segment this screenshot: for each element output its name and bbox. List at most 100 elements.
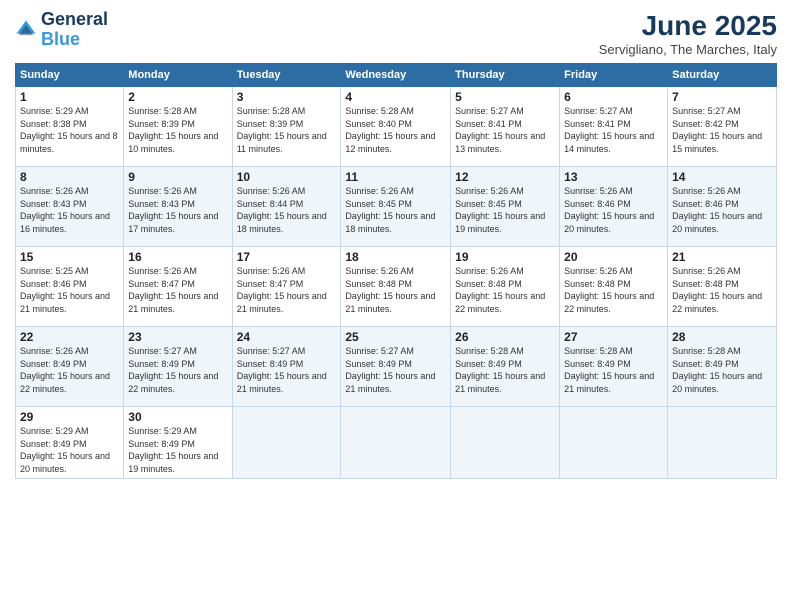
table-row: 24 Sunrise: 5:27 AM Sunset: 8:49 PM Dayl… xyxy=(232,327,341,407)
table-row: 14 Sunrise: 5:26 AM Sunset: 8:46 PM Dayl… xyxy=(668,167,777,247)
day-number: 13 xyxy=(564,170,663,184)
day-number: 7 xyxy=(672,90,772,104)
day-info: Sunrise: 5:27 AM Sunset: 8:49 PM Dayligh… xyxy=(128,345,227,395)
table-row: 7 Sunrise: 5:27 AM Sunset: 8:42 PM Dayli… xyxy=(668,87,777,167)
day-info: Sunrise: 5:26 AM Sunset: 8:45 PM Dayligh… xyxy=(345,185,446,235)
day-number: 10 xyxy=(237,170,337,184)
day-number: 11 xyxy=(345,170,446,184)
day-info: Sunrise: 5:28 AM Sunset: 8:49 PM Dayligh… xyxy=(564,345,663,395)
table-row: 21 Sunrise: 5:26 AM Sunset: 8:48 PM Dayl… xyxy=(668,247,777,327)
day-info: Sunrise: 5:26 AM Sunset: 8:49 PM Dayligh… xyxy=(20,345,119,395)
day-number: 25 xyxy=(345,330,446,344)
day-number: 1 xyxy=(20,90,119,104)
day-number: 17 xyxy=(237,250,337,264)
day-info: Sunrise: 5:27 AM Sunset: 8:41 PM Dayligh… xyxy=(564,105,663,155)
table-row: 2 Sunrise: 5:28 AM Sunset: 8:39 PM Dayli… xyxy=(124,87,232,167)
day-info: Sunrise: 5:29 AM Sunset: 8:49 PM Dayligh… xyxy=(128,425,227,475)
day-number: 4 xyxy=(345,90,446,104)
table-row: 13 Sunrise: 5:26 AM Sunset: 8:46 PM Dayl… xyxy=(560,167,668,247)
day-info: Sunrise: 5:29 AM Sunset: 8:38 PM Dayligh… xyxy=(20,105,119,155)
table-row xyxy=(232,407,341,479)
day-number: 8 xyxy=(20,170,119,184)
table-row: 15 Sunrise: 5:25 AM Sunset: 8:46 PM Dayl… xyxy=(16,247,124,327)
table-row: 1 Sunrise: 5:29 AM Sunset: 8:38 PM Dayli… xyxy=(16,87,124,167)
logo-icon xyxy=(15,19,37,41)
day-info: Sunrise: 5:26 AM Sunset: 8:48 PM Dayligh… xyxy=(564,265,663,315)
day-info: Sunrise: 5:26 AM Sunset: 8:48 PM Dayligh… xyxy=(455,265,555,315)
day-info: Sunrise: 5:26 AM Sunset: 8:43 PM Dayligh… xyxy=(128,185,227,235)
col-thursday: Thursday xyxy=(451,64,560,87)
page: General Blue June 2025 Servigliano, The … xyxy=(0,0,792,612)
table-row xyxy=(560,407,668,479)
calendar-header-row: Sunday Monday Tuesday Wednesday Thursday… xyxy=(16,64,777,87)
day-info: Sunrise: 5:28 AM Sunset: 8:49 PM Dayligh… xyxy=(455,345,555,395)
day-number: 18 xyxy=(345,250,446,264)
day-number: 12 xyxy=(455,170,555,184)
day-info: Sunrise: 5:26 AM Sunset: 8:48 PM Dayligh… xyxy=(672,265,772,315)
table-row: 26 Sunrise: 5:28 AM Sunset: 8:49 PM Dayl… xyxy=(451,327,560,407)
calendar-table: Sunday Monday Tuesday Wednesday Thursday… xyxy=(15,63,777,479)
main-title: June 2025 xyxy=(599,10,777,42)
day-info: Sunrise: 5:26 AM Sunset: 8:48 PM Dayligh… xyxy=(345,265,446,315)
table-row: 29 Sunrise: 5:29 AM Sunset: 8:49 PM Dayl… xyxy=(16,407,124,479)
table-row: 16 Sunrise: 5:26 AM Sunset: 8:47 PM Dayl… xyxy=(124,247,232,327)
day-number: 23 xyxy=(128,330,227,344)
day-info: Sunrise: 5:27 AM Sunset: 8:41 PM Dayligh… xyxy=(455,105,555,155)
day-number: 14 xyxy=(672,170,772,184)
day-info: Sunrise: 5:28 AM Sunset: 8:39 PM Dayligh… xyxy=(128,105,227,155)
day-info: Sunrise: 5:29 AM Sunset: 8:49 PM Dayligh… xyxy=(20,425,119,475)
table-row: 6 Sunrise: 5:27 AM Sunset: 8:41 PM Dayli… xyxy=(560,87,668,167)
table-row: 4 Sunrise: 5:28 AM Sunset: 8:40 PM Dayli… xyxy=(341,87,451,167)
table-row: 5 Sunrise: 5:27 AM Sunset: 8:41 PM Dayli… xyxy=(451,87,560,167)
day-number: 15 xyxy=(20,250,119,264)
table-row: 11 Sunrise: 5:26 AM Sunset: 8:45 PM Dayl… xyxy=(341,167,451,247)
day-number: 27 xyxy=(564,330,663,344)
table-row: 3 Sunrise: 5:28 AM Sunset: 8:39 PM Dayli… xyxy=(232,87,341,167)
title-block: June 2025 Servigliano, The Marches, Ital… xyxy=(599,10,777,57)
subtitle: Servigliano, The Marches, Italy xyxy=(599,42,777,57)
day-info: Sunrise: 5:28 AM Sunset: 8:49 PM Dayligh… xyxy=(672,345,772,395)
table-row: 22 Sunrise: 5:26 AM Sunset: 8:49 PM Dayl… xyxy=(16,327,124,407)
day-number: 20 xyxy=(564,250,663,264)
table-row: 10 Sunrise: 5:26 AM Sunset: 8:44 PM Dayl… xyxy=(232,167,341,247)
table-row: 27 Sunrise: 5:28 AM Sunset: 8:49 PM Dayl… xyxy=(560,327,668,407)
logo: General Blue xyxy=(15,10,108,50)
day-number: 9 xyxy=(128,170,227,184)
day-number: 3 xyxy=(237,90,337,104)
day-info: Sunrise: 5:26 AM Sunset: 8:46 PM Dayligh… xyxy=(672,185,772,235)
day-info: Sunrise: 5:27 AM Sunset: 8:49 PM Dayligh… xyxy=(237,345,337,395)
col-sunday: Sunday xyxy=(16,64,124,87)
day-info: Sunrise: 5:26 AM Sunset: 8:47 PM Dayligh… xyxy=(237,265,337,315)
col-monday: Monday xyxy=(124,64,232,87)
col-wednesday: Wednesday xyxy=(341,64,451,87)
table-row: 9 Sunrise: 5:26 AM Sunset: 8:43 PM Dayli… xyxy=(124,167,232,247)
day-info: Sunrise: 5:26 AM Sunset: 8:46 PM Dayligh… xyxy=(564,185,663,235)
day-number: 2 xyxy=(128,90,227,104)
table-row: 30 Sunrise: 5:29 AM Sunset: 8:49 PM Dayl… xyxy=(124,407,232,479)
day-info: Sunrise: 5:25 AM Sunset: 8:46 PM Dayligh… xyxy=(20,265,119,315)
day-number: 16 xyxy=(128,250,227,264)
day-number: 5 xyxy=(455,90,555,104)
day-info: Sunrise: 5:26 AM Sunset: 8:45 PM Dayligh… xyxy=(455,185,555,235)
table-row xyxy=(668,407,777,479)
day-number: 6 xyxy=(564,90,663,104)
table-row: 19 Sunrise: 5:26 AM Sunset: 8:48 PM Dayl… xyxy=(451,247,560,327)
logo-text: General Blue xyxy=(41,10,108,50)
day-number: 28 xyxy=(672,330,772,344)
col-friday: Friday xyxy=(560,64,668,87)
table-row: 28 Sunrise: 5:28 AM Sunset: 8:49 PM Dayl… xyxy=(668,327,777,407)
day-info: Sunrise: 5:27 AM Sunset: 8:42 PM Dayligh… xyxy=(672,105,772,155)
day-number: 30 xyxy=(128,410,227,424)
day-number: 24 xyxy=(237,330,337,344)
day-info: Sunrise: 5:26 AM Sunset: 8:47 PM Dayligh… xyxy=(128,265,227,315)
table-row: 12 Sunrise: 5:26 AM Sunset: 8:45 PM Dayl… xyxy=(451,167,560,247)
header: General Blue June 2025 Servigliano, The … xyxy=(15,10,777,57)
table-row: 17 Sunrise: 5:26 AM Sunset: 8:47 PM Dayl… xyxy=(232,247,341,327)
day-info: Sunrise: 5:26 AM Sunset: 8:43 PM Dayligh… xyxy=(20,185,119,235)
day-info: Sunrise: 5:26 AM Sunset: 8:44 PM Dayligh… xyxy=(237,185,337,235)
day-info: Sunrise: 5:27 AM Sunset: 8:49 PM Dayligh… xyxy=(345,345,446,395)
day-info: Sunrise: 5:28 AM Sunset: 8:40 PM Dayligh… xyxy=(345,105,446,155)
table-row: 18 Sunrise: 5:26 AM Sunset: 8:48 PM Dayl… xyxy=(341,247,451,327)
table-row: 8 Sunrise: 5:26 AM Sunset: 8:43 PM Dayli… xyxy=(16,167,124,247)
table-row: 20 Sunrise: 5:26 AM Sunset: 8:48 PM Dayl… xyxy=(560,247,668,327)
